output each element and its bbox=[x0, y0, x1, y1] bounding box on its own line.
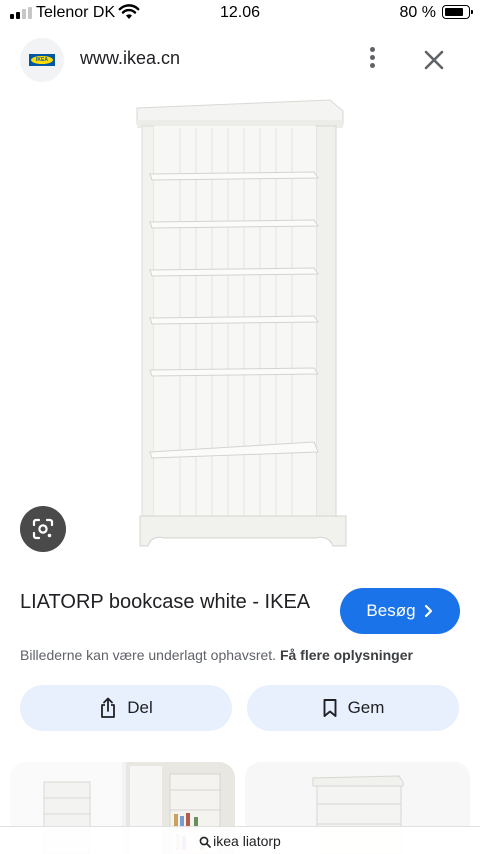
lens-search-button[interactable] bbox=[20, 506, 66, 552]
more-options-button[interactable] bbox=[364, 44, 380, 76]
favicon-text: IKEA bbox=[31, 56, 53, 64]
result-title[interactable]: LIATORP bookcase white - IKEA bbox=[20, 590, 320, 614]
more-info-link[interactable]: Få flere oplysninger bbox=[280, 647, 413, 663]
battery-percent: 80 % bbox=[399, 4, 436, 21]
copyright-text: Billederne kan være underlagt ophavsret. bbox=[20, 647, 277, 663]
share-icon bbox=[101, 697, 116, 718]
visit-button[interactable]: Besøg bbox=[340, 588, 460, 634]
google-lens-icon bbox=[32, 518, 54, 540]
ikea-logo-icon: IKEA bbox=[29, 54, 55, 66]
chevron-right-icon bbox=[424, 604, 432, 618]
share-label: Del bbox=[127, 698, 153, 717]
close-button[interactable] bbox=[420, 46, 448, 74]
product-image[interactable] bbox=[0, 86, 480, 564]
copyright-notice: Billederne kan være underlagt ophavsret.… bbox=[20, 647, 413, 663]
source-url[interactable]: www.ikea.cn bbox=[80, 48, 180, 69]
site-favicon: IKEA bbox=[20, 38, 64, 82]
save-button[interactable]: Gem bbox=[247, 685, 459, 731]
source-header: IKEA www.ikea.cn bbox=[0, 38, 480, 82]
search-query-text: ikea liatorp bbox=[213, 833, 281, 849]
bottom-search-bar[interactable]: ikea liatorp bbox=[0, 826, 480, 854]
search-query-display[interactable]: ikea liatorp bbox=[0, 833, 480, 849]
bookmark-icon bbox=[323, 699, 337, 717]
battery-icon bbox=[442, 5, 473, 19]
share-button[interactable]: Del bbox=[20, 685, 232, 731]
search-icon bbox=[199, 836, 211, 848]
save-label: Gem bbox=[347, 698, 385, 717]
more-vert-icon bbox=[369, 47, 375, 52]
status-bar: Telenor DK 12.06 80 % bbox=[0, 0, 480, 28]
visit-label: Besøg bbox=[366, 601, 416, 620]
